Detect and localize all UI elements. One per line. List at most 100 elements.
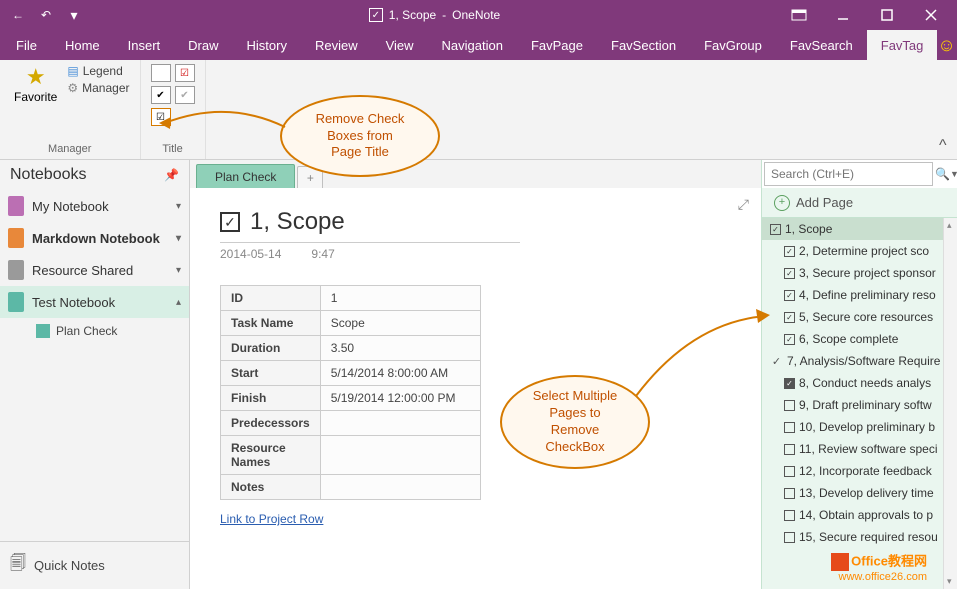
prop-value[interactable] — [320, 436, 480, 475]
page-item[interactable]: 12, Incorporate feedback — [762, 460, 957, 482]
menu-favpage[interactable]: FavPage — [517, 30, 597, 60]
checkbox-icon — [784, 466, 795, 477]
pages-list: ✓1, Scope✓2, Determine project sco✓3, Se… — [762, 218, 957, 589]
page-item-label: 13, Develop delivery time — [799, 486, 934, 500]
prop-value[interactable] — [320, 411, 480, 436]
menu-favtag[interactable]: FavTag — [867, 30, 938, 60]
menu-navigation[interactable]: Navigation — [428, 30, 517, 60]
page-item[interactable]: 15, Secure required resou — [762, 526, 957, 548]
menu-favsearch[interactable]: FavSearch — [776, 30, 867, 60]
checkbox-checked-icon: ✓ — [784, 290, 795, 301]
manager-button[interactable]: ⚙Manager — [67, 81, 129, 95]
prop-value[interactable]: 3.50 — [320, 336, 480, 361]
menu-favsection[interactable]: FavSection — [597, 30, 690, 60]
page-item[interactable]: ✓3, Secure project sponsor — [762, 262, 957, 284]
section-plan-check[interactable]: Plan Check — [0, 318, 189, 344]
search-bar: 🔍 ▼ — [762, 160, 957, 188]
project-row-link[interactable]: Link to Project Row — [220, 512, 323, 526]
star-icon: ★ — [26, 66, 46, 88]
feedback-smile-icon[interactable]: ☺ — [937, 30, 955, 60]
page-item-label: 2, Determine project sco — [799, 244, 929, 258]
maximize-button[interactable] — [865, 0, 909, 30]
collapse-ribbon-button[interactable]: ^ — [939, 137, 957, 159]
section-icon — [36, 324, 50, 338]
prop-value[interactable] — [320, 475, 480, 500]
chevron-down-icon: ▾ — [176, 201, 181, 212]
prop-key: Duration — [221, 336, 321, 361]
menu-home[interactable]: Home — [51, 30, 114, 60]
scrollbar[interactable] — [943, 218, 957, 589]
page-item-label: 5, Secure core resources — [799, 310, 933, 324]
prop-key: Notes — [221, 475, 321, 500]
callout-remove-checkboxes: Remove Check Boxes from Page Title — [280, 95, 440, 177]
prop-value[interactable]: 5/14/2014 8:00:00 AM — [320, 361, 480, 386]
checkbox-icon — [784, 510, 795, 521]
menu-favgroup[interactable]: FavGroup — [690, 30, 776, 60]
prop-value[interactable]: 5/19/2014 12:00:00 PM — [320, 386, 480, 411]
page-item[interactable]: ✓6, Scope complete — [762, 328, 957, 350]
page-title[interactable]: ✓ 1, Scope — [220, 208, 520, 243]
page-item[interactable]: 13, Develop delivery time — [762, 482, 957, 504]
table-row: Predecessors — [221, 411, 481, 436]
notebook-test-notebook[interactable]: Test Notebook▴ — [0, 286, 189, 318]
ribbon-options-button[interactable] — [777, 0, 821, 30]
quick-notes-button[interactable]: 🗐 Quick Notes — [0, 541, 189, 589]
checkbox-checked-icon: ✓ — [784, 312, 795, 323]
page-item-label: 4, Define preliminary reso — [799, 288, 936, 302]
plus-icon: + — [774, 195, 790, 211]
page-item[interactable]: ✓1, Scope — [762, 218, 957, 240]
notebook-my-notebook[interactable]: My Notebook▾ — [0, 190, 189, 222]
tab-plan-check[interactable]: Plan Check — [196, 164, 295, 188]
checkbox-empty-button[interactable] — [151, 64, 171, 82]
checkbox-checked-icon: ✓ — [784, 268, 795, 279]
prop-value[interactable]: 1 — [320, 286, 480, 311]
notebook-markdown[interactable]: Markdown Notebook▾ — [0, 222, 189, 254]
notebooks-sidebar: Notebooks 📌 My Notebook▾ Markdown Notebo… — [0, 160, 190, 589]
add-page-button[interactable]: + Add Page — [762, 188, 957, 218]
page-title-checkbox-icon: ✓ — [220, 212, 240, 232]
notebook-resource-shared[interactable]: Resource Shared▾ — [0, 254, 189, 286]
menu-insert[interactable]: Insert — [114, 30, 175, 60]
menu-view[interactable]: View — [372, 30, 428, 60]
page-item[interactable]: 11, Review software speci — [762, 438, 957, 460]
minimize-button[interactable] — [821, 0, 865, 30]
qat-more[interactable]: ▾ — [62, 3, 86, 27]
page-item-label: 15, Secure required resou — [799, 530, 938, 544]
page-item[interactable]: 14, Obtain approvals to p — [762, 504, 957, 526]
page-item-label: 8, Conduct needs analys — [799, 376, 931, 390]
page-item[interactable]: ✓8, Conduct needs analys — [762, 372, 957, 394]
page-item[interactable]: 9, Draft preliminary softw — [762, 394, 957, 416]
page-item[interactable]: ✓7, Analysis/Software Require — [762, 350, 957, 372]
close-button[interactable] — [909, 0, 953, 30]
checkbox-red-button[interactable]: ☑ — [175, 64, 195, 82]
menu-draw[interactable]: Draw — [174, 30, 232, 60]
checkbox-icon — [784, 444, 795, 455]
checkbox-icon — [784, 400, 795, 411]
prop-value[interactable]: Scope — [320, 311, 480, 336]
menu-review[interactable]: Review — [301, 30, 372, 60]
menu-file[interactable]: File — [2, 30, 51, 60]
legend-button[interactable]: ▤Legend — [67, 64, 129, 78]
checkmark-gray-button[interactable]: ✔ — [175, 86, 195, 104]
checkbox-checked-icon: ✓ — [784, 334, 795, 345]
checkmark-black-button[interactable]: ✔ — [151, 86, 171, 104]
prop-key: Start — [221, 361, 321, 386]
page-item[interactable]: ✓2, Determine project sco — [762, 240, 957, 262]
manager-group-label: Manager — [10, 141, 130, 159]
pin-icon[interactable]: 📌 — [164, 168, 179, 182]
menu-history[interactable]: History — [233, 30, 301, 60]
page-item[interactable]: 10, Develop preliminary b — [762, 416, 957, 438]
page-item[interactable]: ✓ 4, Define preliminary reso — [762, 284, 957, 306]
prop-key: Resource Names — [221, 436, 321, 475]
favorite-button[interactable]: ★ Favorite — [10, 64, 61, 106]
ribbon: ★ Favorite ▤Legend ⚙Manager Manager ☑ ✔ … — [0, 60, 957, 160]
table-row: Task NameScope — [221, 311, 481, 336]
search-scope-dropdown[interactable]: ▼ — [950, 169, 957, 179]
search-input[interactable] — [764, 162, 933, 186]
page-item[interactable]: ✓ 5, Secure core resources — [762, 306, 957, 328]
back-button[interactable]: ← — [6, 3, 30, 27]
undo-button[interactable]: ↶ — [34, 3, 58, 27]
prop-key: Predecessors — [221, 411, 321, 436]
expand-icon[interactable]: ⤢ — [738, 196, 749, 213]
search-icon[interactable]: 🔍 — [935, 167, 950, 181]
